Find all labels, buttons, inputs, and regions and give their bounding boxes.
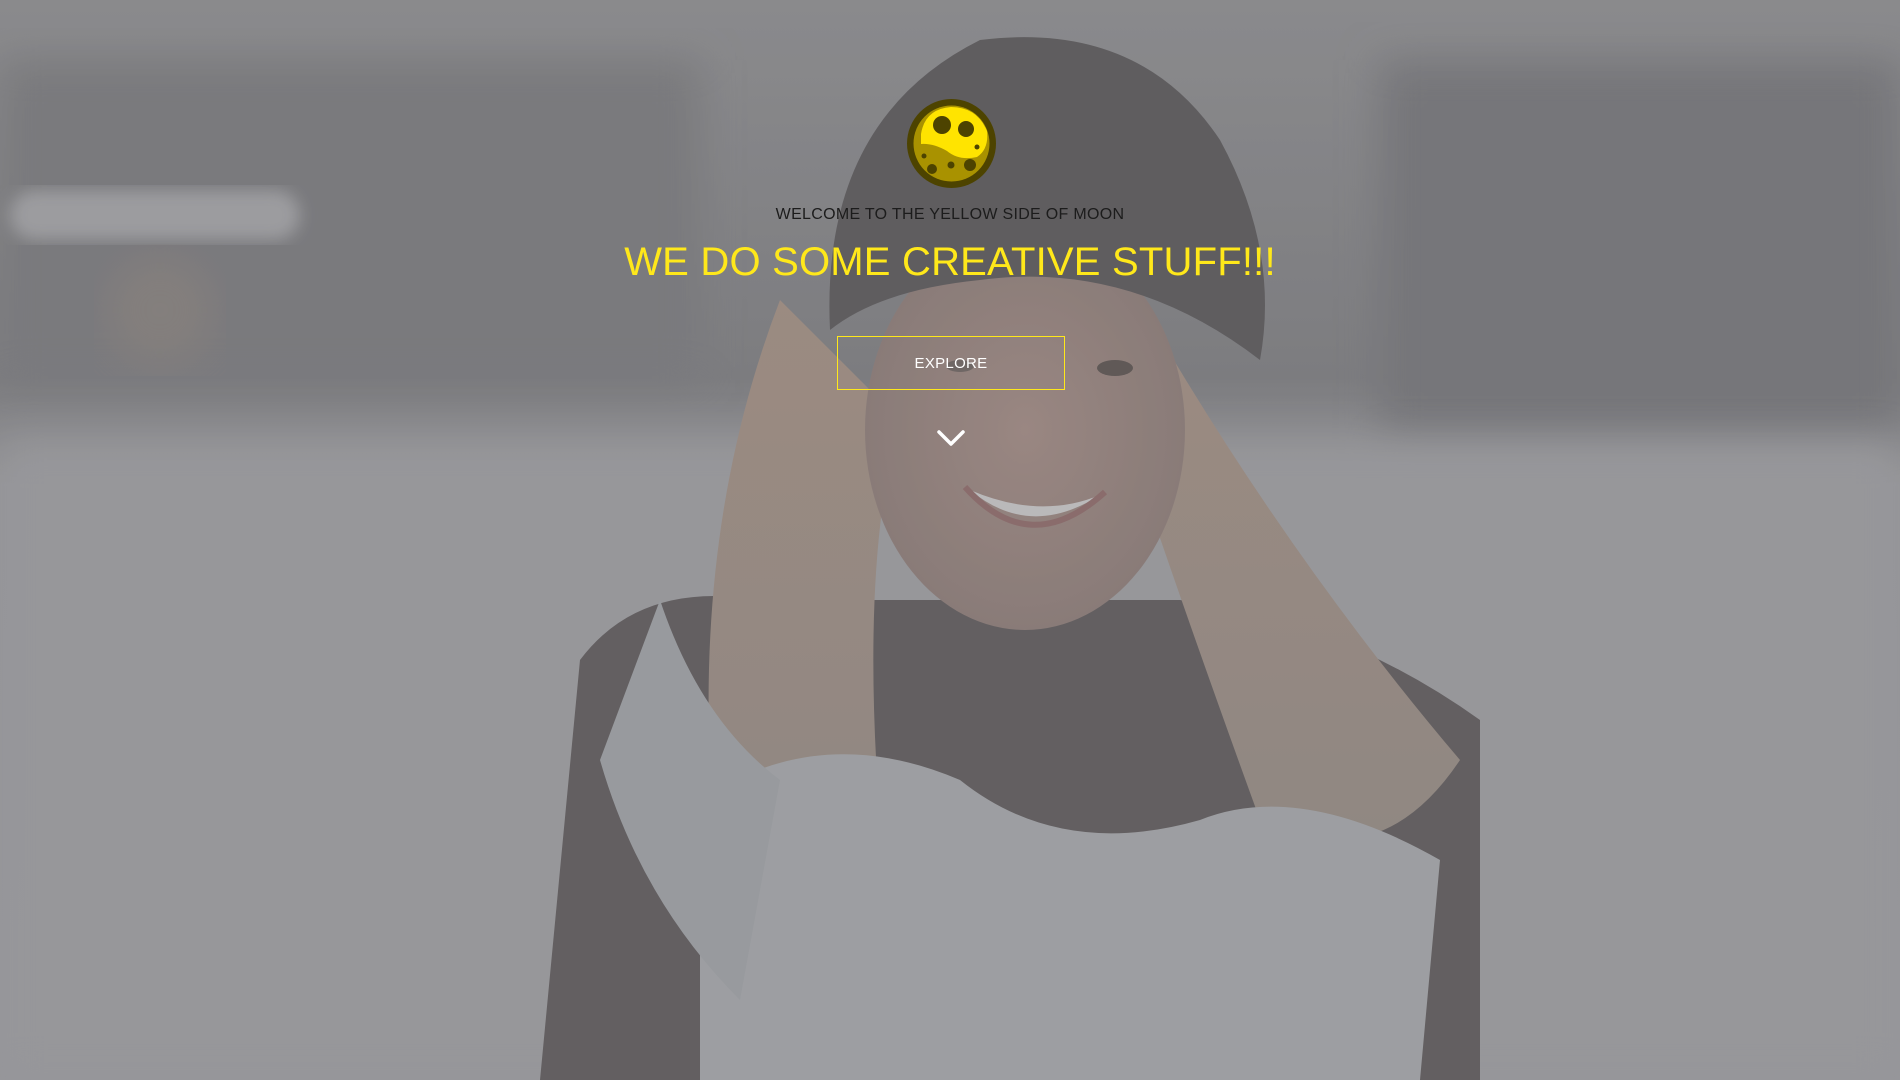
hero-section: WELCOME TO THE YELLOW SIDE OF MOON WE DO… [0, 0, 1900, 1080]
moon-logo-icon [907, 99, 996, 188]
page-title: WE DO SOME CREATIVE STUFF!!! [624, 240, 1276, 284]
chevron-down-icon[interactable] [936, 428, 966, 448]
hero-content: WELCOME TO THE YELLOW SIDE OF MOON WE DO… [0, 0, 1900, 1080]
explore-button[interactable]: EXPLORE [837, 336, 1065, 390]
welcome-text: WELCOME TO THE YELLOW SIDE OF MOON [775, 206, 1125, 223]
